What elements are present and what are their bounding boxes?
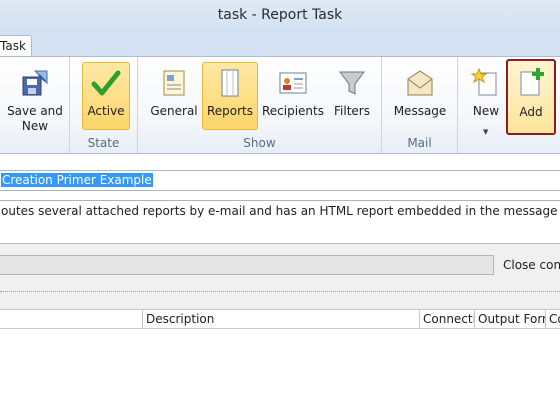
group-new: New ▼ Add	[458, 57, 560, 153]
reports-label: Reports	[206, 104, 254, 118]
new-document-icon	[470, 67, 497, 96]
group-show: General Reports Recipients Filters Show	[138, 57, 382, 153]
group-label-state: State	[87, 136, 120, 150]
group-state: Active State	[70, 57, 138, 153]
filter-icon	[339, 71, 365, 95]
close-connection-button[interactable]: Close conn	[503, 258, 560, 272]
reports-icon	[221, 69, 239, 97]
task-description-field[interactable]: outes several attached reports by e-mail…	[0, 200, 560, 244]
ribbon-tab-row: Task	[0, 33, 560, 58]
general-button[interactable]: General	[146, 62, 202, 130]
dropdown-arrow-icon: ▼	[483, 128, 489, 136]
grid-header: Description Connectio Output Form Co	[0, 309, 560, 329]
save-and-new-label-2: New	[21, 119, 49, 133]
column-header-output-format[interactable]: Output Form	[475, 310, 546, 329]
envelope-icon	[407, 70, 433, 96]
save-icon	[22, 70, 48, 96]
task-name-selected-text: Creation Primer Example	[1, 173, 153, 187]
new-label: New	[472, 104, 500, 118]
message-label: Message	[393, 104, 447, 118]
filters-label: Filters	[334, 104, 370, 118]
connection-panel	[0, 244, 560, 309]
title-bar: task - Report Task	[0, 0, 560, 33]
checkmark-icon	[91, 70, 121, 96]
reports-grid: Description Connectio Output Form Co	[0, 309, 560, 420]
filters-button[interactable]: Filters	[328, 62, 376, 130]
group-mail: Message Mail	[382, 57, 458, 153]
recipients-label: Recipients	[261, 104, 324, 118]
window-title: task - Report Task	[217, 7, 343, 23]
group-label-mail: Mail	[407, 136, 432, 150]
column-header-connection[interactable]: Connectio	[420, 310, 475, 329]
tab-task[interactable]: Task	[0, 35, 32, 58]
save-and-new-label-1: Save and	[7, 104, 63, 118]
dotted-divider	[0, 291, 560, 292]
add-button[interactable]: Add	[506, 59, 556, 135]
reports-button[interactable]: Reports	[202, 62, 258, 130]
group-label-show: Show	[243, 136, 276, 150]
general-label: General	[150, 104, 198, 118]
active-label: Active	[87, 104, 125, 118]
active-button[interactable]: Active	[82, 62, 130, 130]
recipients-button[interactable]: Recipients	[260, 62, 326, 130]
column-header-name[interactable]	[0, 310, 143, 329]
add-document-icon	[520, 68, 544, 96]
task-name-field[interactable]: Creation Primer Example	[0, 170, 560, 191]
column-header-co[interactable]: Co	[546, 310, 560, 329]
general-icon	[163, 70, 185, 96]
group-save: Save and New	[0, 57, 70, 153]
ribbon: Save and New Active State General Report…	[0, 56, 560, 154]
message-button[interactable]: Message	[390, 62, 450, 130]
new-button[interactable]: New ▼	[464, 62, 508, 136]
save-and-new-button[interactable]: Save and New	[4, 62, 66, 133]
column-header-description[interactable]: Description	[143, 310, 420, 329]
recipients-icon	[279, 72, 307, 94]
add-label: Add	[519, 105, 543, 119]
connection-field[interactable]	[0, 255, 494, 275]
